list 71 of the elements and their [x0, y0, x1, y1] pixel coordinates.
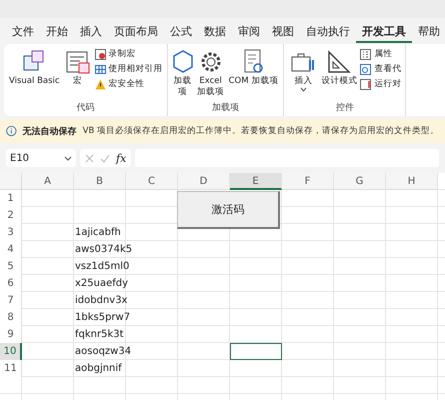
activation-code-button[interactable]: 激活码 [177, 191, 280, 229]
row-header[interactable]: 8 [0, 309, 22, 326]
chevron-icon [64, 156, 72, 160]
row-header[interactable]: 11 [0, 360, 22, 377]
ribbon-button[interactable]: 宏 [62, 46, 93, 101]
column-header[interactable]: E [230, 173, 282, 190]
ribbon-button[interactable]: 插入 [288, 46, 318, 101]
table-cell-text: aobgjnnif [74, 362, 122, 376]
table-cell-text: fqknr5k3t [74, 328, 124, 342]
ribbon-tab[interactable]: 审阅 [232, 22, 266, 42]
ribbon-tab[interactable]: 页面布局 [108, 22, 164, 42]
ribbon-button[interactable]: 设计模式 [320, 46, 358, 101]
info-title: 无法自动保存 [22, 125, 77, 138]
ribbon-tab[interactable]: 帮助 [412, 22, 445, 42]
ribbon-tab[interactable]: 文件 [6, 22, 40, 42]
row-header[interactable]: 2 [0, 207, 22, 224]
table-cell-text: x25uaefdy [74, 277, 128, 291]
group-label: 控件 [334, 102, 355, 115]
row-header[interactable]: 10 [0, 343, 22, 360]
group-label: 加载项 [210, 102, 240, 115]
ribbon-tab[interactable]: 数据 [198, 22, 232, 42]
ribbon-button[interactable]: 录制宏 [94, 48, 163, 60]
table-icon [94, 64, 106, 74]
ribbon-tab[interactable]: 自动执行 [300, 22, 356, 42]
row-header[interactable]: 4 [0, 241, 22, 258]
table-cell-text: vsz1d5ml0 [74, 260, 130, 274]
name-box[interactable]: E10 [6, 149, 76, 167]
ribbon-button[interactable]: 宏安全性 [94, 78, 163, 90]
row-header[interactable]: 7 [0, 292, 22, 309]
ribbon-button[interactable]: 加载项 [172, 46, 194, 101]
row-header[interactable]: 6 [0, 275, 22, 292]
row-header[interactable]: 9 [0, 326, 22, 343]
table-cell-text: aosoqzw34 [74, 345, 132, 359]
properties-icon [360, 48, 372, 60]
ribbon-tab[interactable]: 公式 [164, 22, 198, 42]
check-icon[interactable] [100, 154, 110, 162]
row-header[interactable]: 3 [0, 224, 22, 241]
ribbon-button[interactable]: 使用相对引用 [94, 63, 163, 75]
row-header[interactable]: 5 [0, 258, 22, 275]
table-cell-text: aws0374k5 [74, 243, 132, 257]
column-header[interactable]: A [22, 173, 74, 190]
table-cell-text: 1ajicabfh [74, 226, 121, 240]
ribbon-button[interactable]: Visual Basic [8, 46, 61, 101]
ribbon-button[interactable]: COM 加载项 [228, 46, 280, 101]
record-icon [94, 48, 106, 60]
column-header[interactable]: C [126, 173, 178, 190]
insert-function-button[interactable]: fx [116, 152, 126, 164]
ribbon-tab[interactable]: 开始 [40, 22, 74, 42]
ribbon-button[interactable]: 运行对 [360, 78, 402, 90]
column-header[interactable]: B [74, 173, 126, 190]
select-all-corner[interactable] [0, 173, 22, 190]
warning-icon [94, 78, 106, 90]
ribbon-button[interactable]: Excel 加载项 [196, 46, 226, 101]
table-cell-text: 1bks5prw7 [74, 311, 130, 325]
ribbon-button[interactable]: 属性 [360, 48, 402, 60]
cancel-icon[interactable] [85, 154, 94, 162]
column-header[interactable]: F [282, 173, 334, 190]
row-header[interactable]: 1 [0, 190, 22, 207]
group-label: 代码 [75, 102, 96, 115]
dialog-icon [360, 78, 372, 90]
column-header[interactable]: H [386, 173, 438, 190]
view-code-icon [360, 64, 372, 74]
ribbon-tab[interactable]: 视图 [266, 22, 300, 42]
ribbon-button[interactable]: 查看代 [360, 63, 402, 75]
info-message: VB 项目必须保存在启用宏的工作簿中。若要恢复自动保存，请保存为启用宏的文件类型。 [82, 125, 439, 137]
ribbon-tab[interactable]: 插入 [74, 22, 108, 42]
column-header[interactable]: D [178, 173, 230, 190]
selected-cell[interactable] [230, 343, 282, 360]
table-cell-text: idobdnv3x [74, 294, 128, 308]
info-icon [6, 125, 17, 137]
column-header[interactable]: G [334, 173, 386, 190]
